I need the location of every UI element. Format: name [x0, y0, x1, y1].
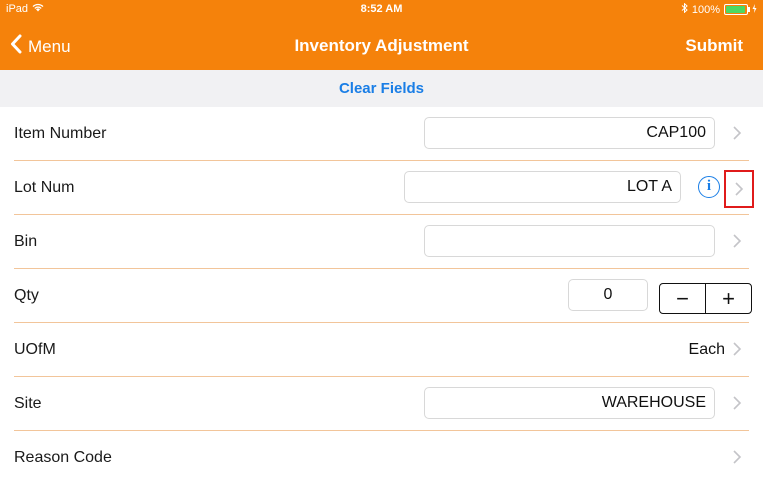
battery-icon	[724, 4, 750, 15]
battery-fill	[726, 6, 745, 13]
uofm-value: Each	[688, 341, 725, 358]
qty-field[interactable]: 0	[568, 279, 648, 311]
item-number-label: Item Number	[14, 125, 107, 142]
lot-num-label: Lot Num	[14, 179, 75, 196]
bin-label: Bin	[14, 233, 38, 250]
bluetooth-icon	[681, 2, 688, 16]
info-icon[interactable]: i	[698, 176, 720, 198]
chevron-right-icon[interactable]	[732, 395, 746, 413]
chevron-right-icon[interactable]	[732, 449, 746, 467]
clear-fields-button[interactable]: Clear Fields	[333, 79, 430, 98]
row-item-number: Item Number CAP100	[0, 107, 763, 161]
clear-fields-bar: Clear Fields	[0, 70, 763, 107]
chevron-right-icon[interactable]	[732, 233, 746, 251]
quantity-stepper: − +	[659, 283, 752, 314]
row-reason-code[interactable]: Reason Code	[0, 431, 763, 485]
row-uofm[interactable]: UOfM Each	[0, 323, 763, 377]
battery-percent: 100%	[691, 3, 720, 16]
status-time: 8:52 AM	[360, 3, 403, 15]
navigation-bar: Menu Inventory Adjustment Submit	[0, 20, 763, 70]
item-number-field[interactable]: CAP100	[424, 117, 715, 149]
row-site: Site WAREHOUSE	[0, 377, 763, 431]
row-lot-num: Lot Num LOT A	[0, 161, 763, 215]
charging-icon	[752, 3, 757, 16]
qty-label: Qty	[14, 287, 39, 304]
row-bin: Bin	[0, 215, 763, 269]
reason-code-label: Reason Code	[14, 449, 112, 466]
site-label: Site	[14, 395, 42, 412]
bin-field[interactable]	[424, 225, 715, 257]
page-title: Inventory Adjustment	[294, 36, 469, 55]
chevron-right-icon[interactable]	[732, 341, 746, 359]
site-field[interactable]: WAREHOUSE	[424, 387, 715, 419]
chevron-right-icon[interactable]	[732, 125, 746, 143]
chevron-right-icon[interactable]	[734, 181, 744, 202]
submit-button[interactable]: Submit	[685, 36, 743, 56]
status-right: 100%	[681, 2, 757, 16]
lot-num-field[interactable]: LOT A	[404, 171, 681, 203]
row-qty: Qty 0	[0, 269, 763, 323]
increment-button[interactable]: +	[706, 284, 751, 313]
decrement-button[interactable]: −	[660, 284, 705, 313]
uofm-label: UOfM	[14, 341, 56, 358]
status-bar: iPad 8:52 AM 100%	[0, 0, 763, 20]
